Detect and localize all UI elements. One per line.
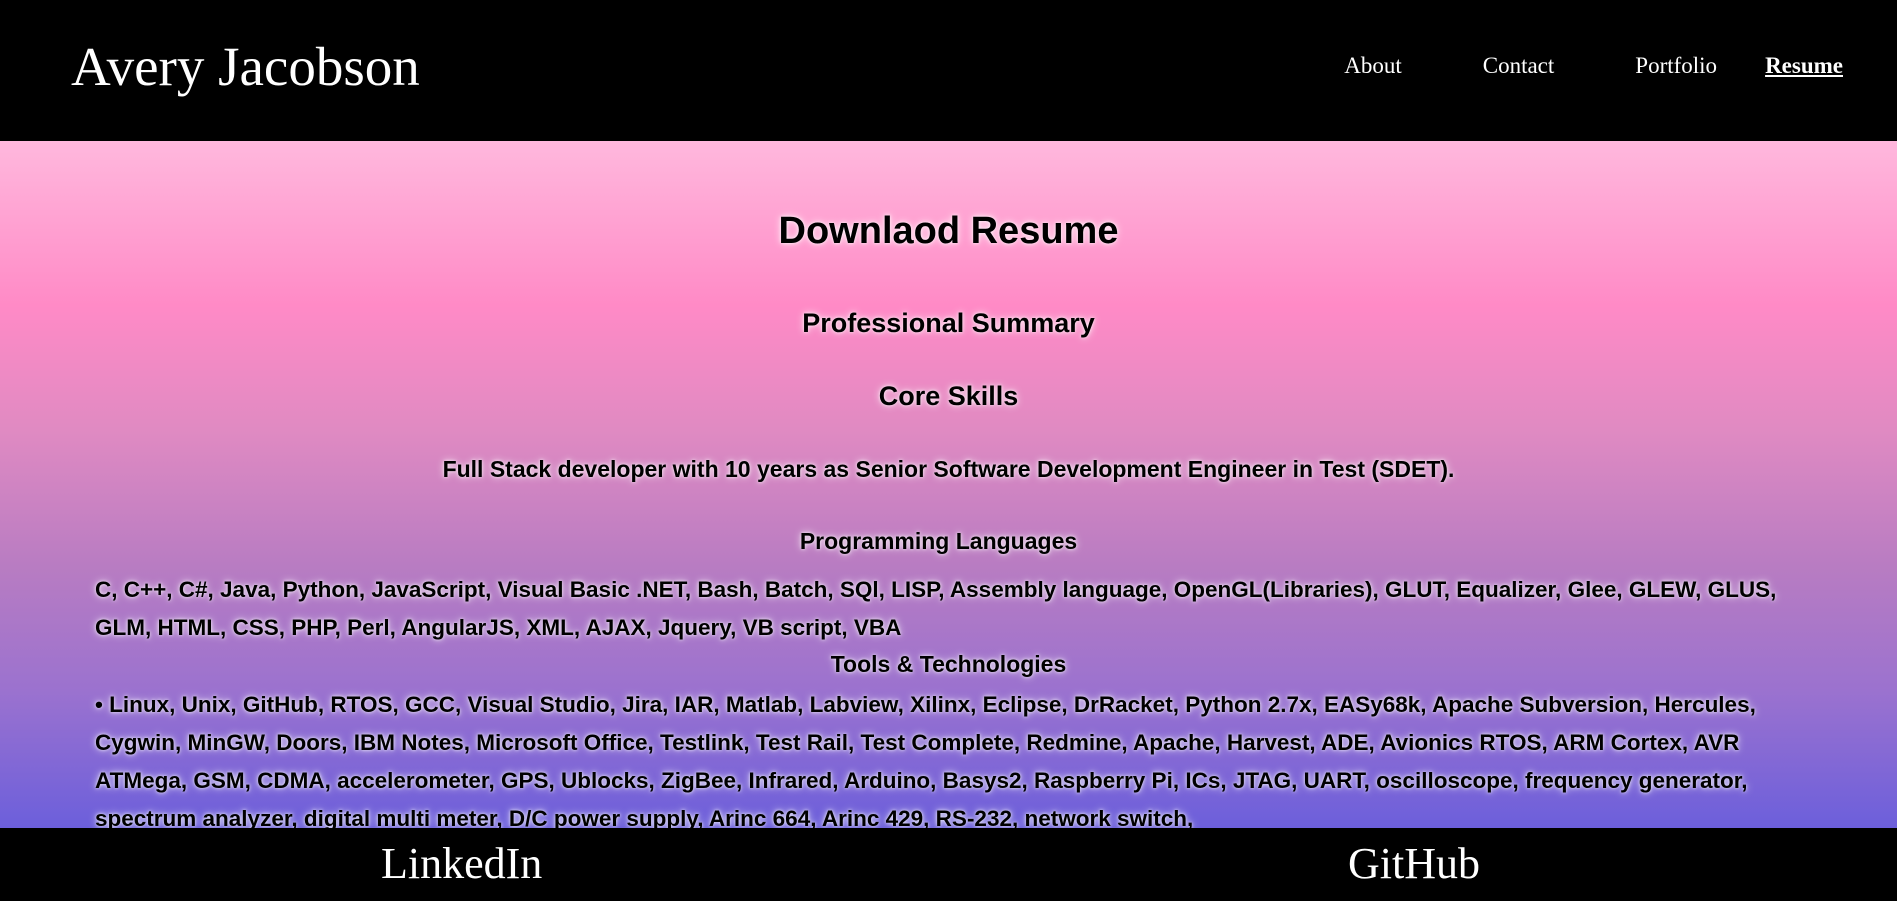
tools-technologies-heading: Tools & Technologies [830, 651, 1067, 677]
professional-summary-text: Full Stack developer with 10 years as Se… [442, 456, 1455, 482]
main-nav: About Contact Portfolio Resume [1344, 51, 1843, 81]
site-footer: LinkedIn GitHub [0, 828, 1897, 901]
programming-languages-heading: Programming Languages [799, 528, 1078, 554]
github-link[interactable]: GitHub [1348, 838, 1480, 890]
site-header: Avery Jacobson About Contact Portfolio R… [0, 0, 1897, 141]
site-title: Avery Jacobson [71, 36, 420, 97]
nav-contact-link[interactable]: Contact [1483, 51, 1555, 81]
resume-content[interactable]: Downlaod Resume Professional Summary Cor… [0, 141, 1897, 828]
nav-resume-link[interactable]: Resume [1765, 51, 1843, 81]
tools-technologies-text: • Linux, Unix, GitHub, RTOS, GCC, Visual… [95, 692, 1756, 828]
programming-languages-text: C, C++, C#, Java, Python, JavaScript, Vi… [95, 577, 1777, 640]
download-resume-heading[interactable]: Downlaod Resume [0, 209, 1897, 253]
core-skills-heading: Core Skills [878, 381, 1019, 411]
nav-portfolio-link[interactable]: Portfolio [1635, 51, 1717, 81]
linkedin-link[interactable]: LinkedIn [381, 838, 542, 890]
professional-summary-heading: Professional Summary [802, 308, 1095, 338]
nav-about-link[interactable]: About [1344, 51, 1402, 81]
